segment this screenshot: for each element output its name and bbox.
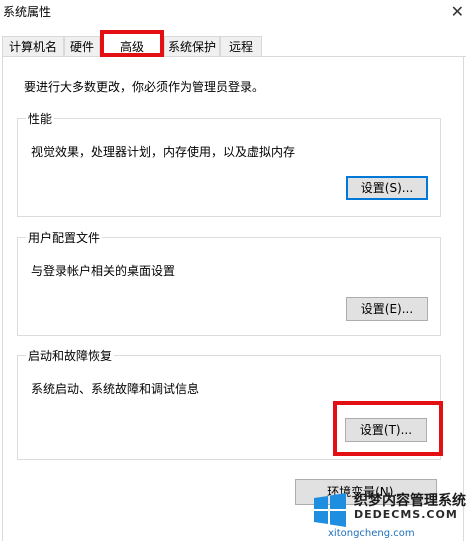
watermark-line3: xitongcheng.com — [328, 528, 415, 539]
performance-settings-button[interactable]: 设置(S)... — [346, 176, 428, 200]
user-profiles-group-title: 用户配置文件 — [26, 229, 103, 246]
performance-group-title: 性能 — [26, 110, 55, 127]
tab-hardware[interactable]: 硬件 — [64, 36, 100, 56]
close-icon[interactable]: ✕ — [451, 2, 464, 21]
tab-computer-name[interactable]: 计算机名 — [2, 36, 64, 56]
tab-system-protection[interactable]: 系统保护 — [164, 36, 220, 56]
window-title: 系统属性 — [3, 5, 52, 19]
highlight-box — [333, 401, 443, 456]
admin-notice: 要进行大多数更改，你必须作为管理员登录。 — [24, 80, 265, 94]
user-profiles-group: 用户配置文件 与登录帐户相关的桌面设置 设置(E)... — [17, 229, 441, 336]
windows-logo-icon — [314, 493, 346, 527]
user-profiles-description: 与登录帐户相关的桌面设置 — [31, 264, 176, 278]
watermark: 织梦内容管理系统 DEDECMS.COM xitongcheng.com — [310, 488, 468, 541]
watermark-line2: DEDECMS.COM — [354, 508, 458, 521]
startup-recovery-description: 系统启动、系统故障和调试信息 — [31, 382, 200, 396]
tab-remote[interactable]: 远程 — [220, 36, 262, 56]
tab-strip: 计算机名 硬件 高级 系统保护 远程 — [0, 30, 468, 57]
title-bar: 系统属性 ✕ — [0, 0, 468, 30]
startup-recovery-group-title: 启动和故障恢复 — [26, 347, 115, 364]
performance-group: 性能 视觉效果，处理器计划，内存使用，以及虚拟内存 设置(S)... — [17, 110, 441, 217]
watermark-line1: 织梦内容管理系统 — [354, 493, 466, 509]
tab-advanced[interactable]: 高级 — [100, 30, 164, 57]
user-profiles-settings-button[interactable]: 设置(E)... — [346, 297, 428, 321]
performance-description: 视觉效果，处理器计划，内存使用，以及虚拟内存 — [31, 145, 296, 159]
